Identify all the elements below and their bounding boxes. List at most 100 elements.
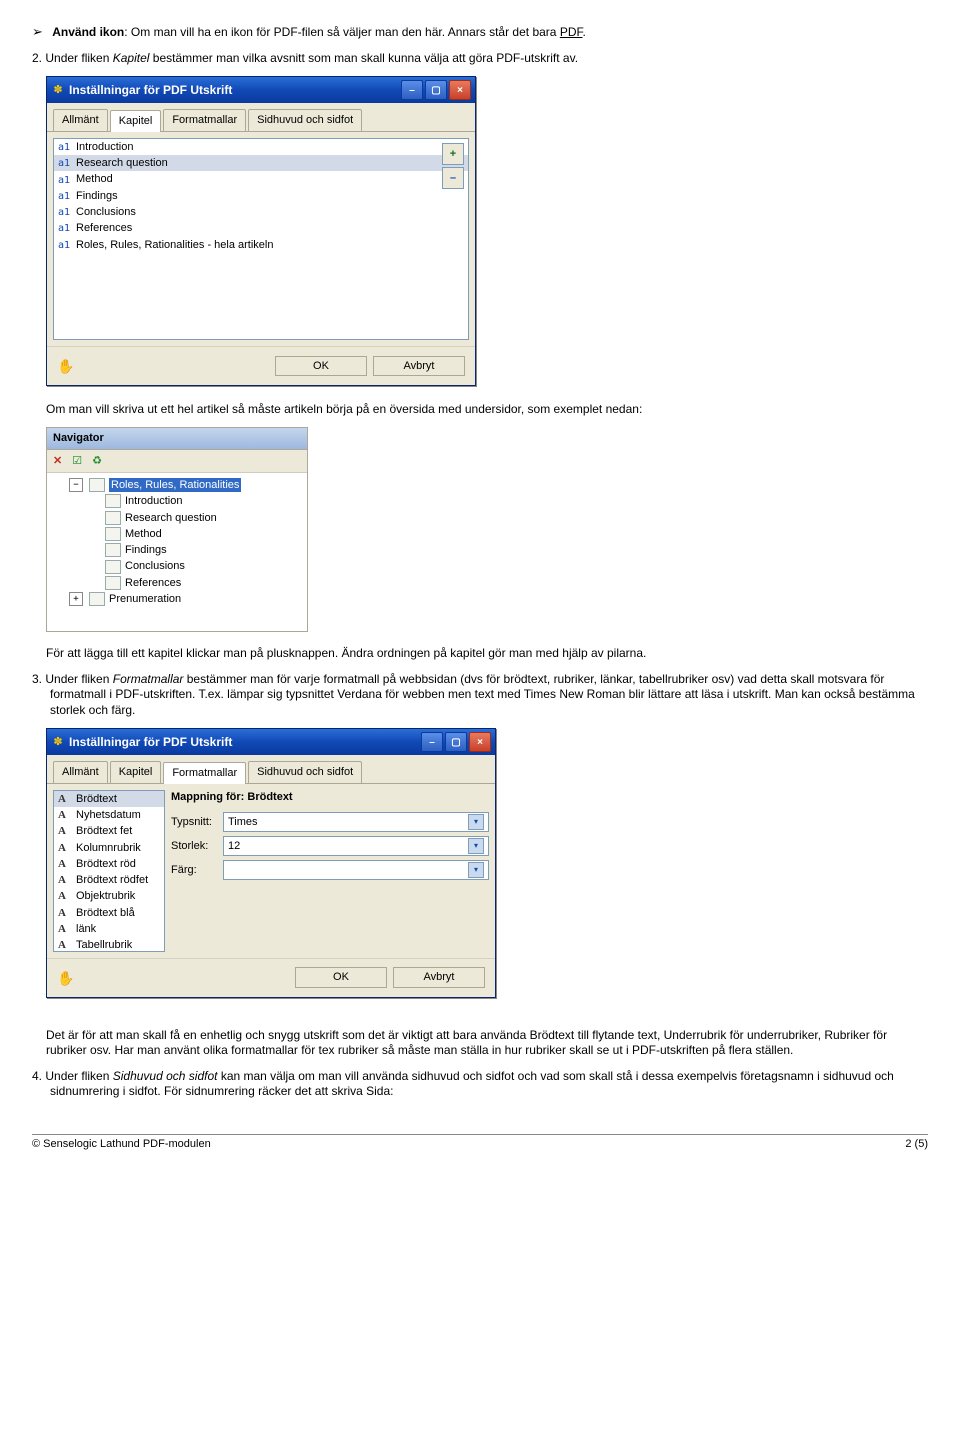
fm-row[interactable]: ABrödtext blå (54, 905, 164, 921)
page-footer: © Senselogic Lathund PDF-modulen 2 (5) (32, 1134, 928, 1151)
style-icon: A (58, 792, 72, 806)
tab-kapitel[interactable]: Kapitel (110, 110, 162, 131)
color-label: Färg: (171, 863, 223, 877)
minimize-button[interactable]: – (401, 80, 423, 100)
dialog2-title: Inställningar för PDF Utskrift (69, 735, 421, 751)
tree-node-child[interactable]: Method (51, 526, 303, 542)
step-4: 4. Under fliken Sidhuvud och sidfot kan … (32, 1069, 928, 1100)
style-icon: A (58, 906, 72, 920)
anvand-ikon-flow: : Om man vill ha en ikon för PDF-filen s… (124, 25, 560, 39)
maximize-button[interactable]: ▢ (445, 732, 467, 752)
cancel-button[interactable]: Avbryt (393, 967, 485, 987)
style-icon: A (58, 889, 72, 903)
kapitel-row[interactable]: a1Conclusions (54, 204, 468, 220)
kapitel-row[interactable]: a1Method (54, 171, 468, 187)
close-button[interactable]: × (449, 80, 471, 100)
tree-node-child[interactable]: References (51, 575, 303, 591)
page-icon: a1 (58, 141, 72, 153)
fm-row[interactable]: AKolumnrubrik (54, 840, 164, 856)
delete-icon[interactable]: ✕ (53, 454, 62, 468)
page-icon (105, 576, 121, 590)
size-value: 12 (228, 839, 240, 853)
sidhuvud-italic: Sidhuvud och sidfot (113, 1069, 218, 1083)
tab-sidhuvud[interactable]: Sidhuvud och sidfot (248, 761, 362, 782)
format-style-list[interactable]: ABrödtext ANyhetsdatum ABrödtext fet AKo… (53, 790, 165, 952)
mapping-title: Mappning för: Brödtext (171, 790, 489, 804)
expand-icon[interactable]: + (69, 592, 83, 606)
fm-row[interactable]: ABrödtext (54, 791, 164, 807)
size-select[interactable]: 12 ▾ (223, 836, 489, 856)
kapitel-row[interactable]: a1Roles, Rules, Rationalities - hela art… (54, 237, 468, 253)
fm-row[interactable]: Alänk (54, 921, 164, 937)
collapse-icon[interactable]: − (69, 478, 83, 492)
cancel-button[interactable]: Avbryt (373, 356, 465, 376)
kapitel-row[interactable]: a1Introduction (54, 139, 468, 155)
fm-row[interactable]: ANyhetsdatum (54, 807, 164, 823)
tree-node-child[interactable]: Conclusions (51, 558, 303, 574)
arrow-bullet-icon: ➢ (32, 24, 43, 39)
style-icon: A (58, 824, 72, 838)
font-select[interactable]: Times ▾ (223, 812, 489, 832)
dialog-titlebar[interactable]: ✽ Inställningar för PDF Utskrift – ▢ × (47, 77, 475, 103)
remove-kapitel-button[interactable]: – (442, 167, 464, 189)
tab-kapitel[interactable]: Kapitel (110, 761, 162, 782)
footer-left: © Senselogic Lathund PDF-modulen (32, 1137, 211, 1151)
tab-allmant[interactable]: Allmänt (53, 109, 108, 130)
style-icon: A (58, 873, 72, 887)
page-icon (89, 592, 105, 606)
chevron-down-icon[interactable]: ▾ (468, 814, 484, 830)
tree-node-child[interactable]: Research question (51, 510, 303, 526)
fm-row[interactable]: ABrödtext rödfet (54, 872, 164, 888)
tab-formatmallar[interactable]: Formatmallar (163, 762, 246, 783)
step-2: 2. Under fliken Kapitel bestämmer man vi… (32, 51, 928, 67)
kapitel-listbox[interactable]: a1Introduction a1Research question a1Met… (53, 138, 469, 340)
dialog2-titlebar[interactable]: ✽ Inställningar för PDF Utskrift – ▢ × (47, 729, 495, 755)
app-icon: ✽ (51, 735, 65, 749)
pdf-settings-dialog-kapitel: ✽ Inställningar för PDF Utskrift – ▢ × A… (46, 76, 476, 385)
font-value: Times (228, 815, 258, 829)
navigator-tree[interactable]: − Roles, Rules, Rationalities Introducti… (47, 473, 307, 631)
chevron-down-icon[interactable]: ▾ (468, 862, 484, 878)
color-field-row: Färg: ▾ (171, 860, 489, 880)
fm-row[interactable]: ABrödtext fet (54, 823, 164, 839)
fm-row[interactable]: ABrödtext röd (54, 856, 164, 872)
page-icon: a1 (58, 174, 72, 186)
checklist-icon[interactable]: ☑ (72, 454, 82, 468)
kapitel-row[interactable]: a1Findings (54, 188, 468, 204)
ok-button[interactable]: OK (275, 356, 367, 376)
mapping-pane: Mappning för: Brödtext Typsnitt: Times ▾… (171, 790, 489, 884)
dialog-tabs: Allmänt Kapitel Formatmallar Sidhuvud oc… (47, 103, 475, 131)
tab-formatmallar[interactable]: Formatmallar (163, 109, 246, 130)
navigator-title: Navigator (47, 428, 307, 449)
tree-node-sibling[interactable]: + Prenumeration (51, 591, 303, 607)
style-icon: A (58, 922, 72, 936)
chevron-down-icon[interactable]: ▾ (468, 838, 484, 854)
fm-row[interactable]: AObjektrubrik (54, 888, 164, 904)
kapitel-row[interactable]: a1References (54, 220, 468, 236)
tree-node-child[interactable]: Findings (51, 542, 303, 558)
minimize-button[interactable]: – (421, 732, 443, 752)
page-icon (105, 527, 121, 541)
fm-row[interactable]: ATabellrubrik (54, 937, 164, 951)
page-icon: a1 (58, 206, 72, 218)
dialog2-footer: ✋ OK Avbryt (47, 958, 495, 997)
maximize-button[interactable]: ▢ (425, 80, 447, 100)
hand-icon: ✋ (57, 967, 79, 989)
step-4-number: 4. (32, 1069, 42, 1083)
add-kapitel-button[interactable]: + (442, 143, 464, 165)
tree-node-child[interactable]: Introduction (51, 493, 303, 509)
close-button[interactable]: × (469, 732, 491, 752)
tab-allmant[interactable]: Allmänt (53, 761, 108, 782)
app-icon: ✽ (51, 83, 65, 97)
refresh-icon[interactable]: ♻ (92, 454, 102, 468)
footer-page-number: 2 (5) (905, 1137, 928, 1151)
formatmallar-italic: Formatmallar (113, 672, 187, 686)
tab-sidhuvud[interactable]: Sidhuvud och sidfot (248, 109, 362, 130)
ok-button[interactable]: OK (295, 967, 387, 987)
color-select[interactable]: ▾ (223, 860, 489, 880)
navigator-panel: Navigator ✕ ☑ ♻ − Roles, Rules, Rational… (46, 427, 308, 632)
tree-node-top[interactable]: − Roles, Rules, Rationalities (51, 477, 303, 493)
dialog-footer: ✋ OK Avbryt (47, 346, 475, 385)
page-icon: a1 (58, 222, 72, 234)
kapitel-row[interactable]: a1Research question (54, 155, 468, 171)
